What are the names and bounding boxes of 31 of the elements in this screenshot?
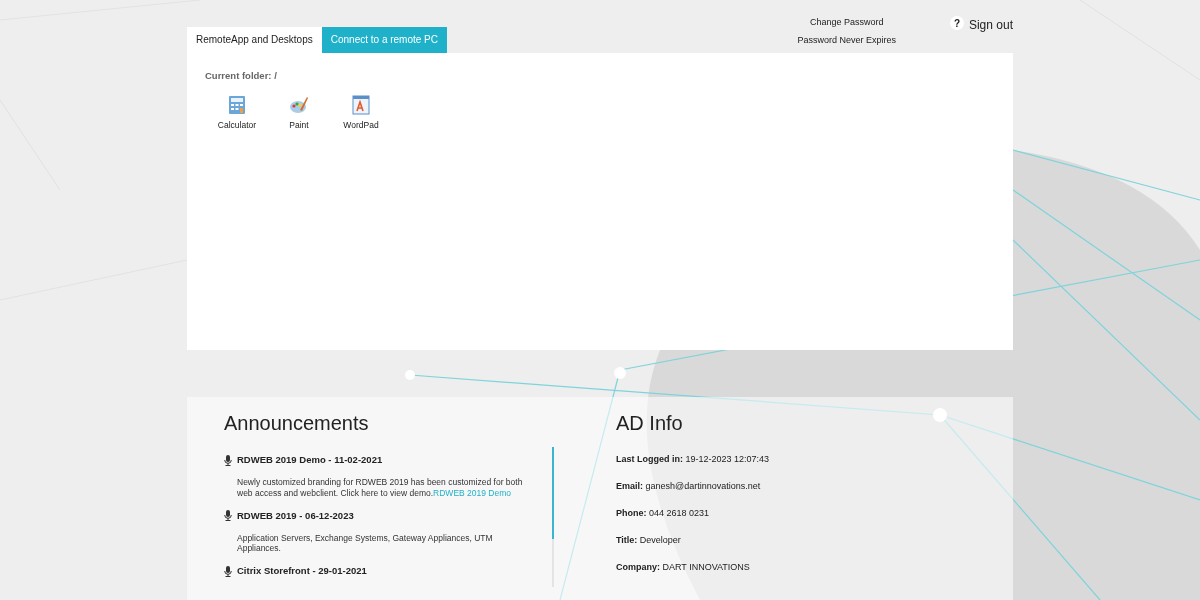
microphone-icon [224, 454, 232, 466]
app-launcher[interactable]: Paint [279, 95, 319, 132]
info-field: Company: DART INNOVATIONS [616, 561, 770, 575]
password-status: Password Never Expires [797, 33, 896, 47]
network-node [614, 367, 626, 379]
app-launcher[interactable]: WordPad [341, 95, 381, 132]
info-field: Email: ganesh@dartinnovations.net [616, 480, 770, 494]
wordpad-icon [351, 95, 371, 116]
info-field: Last Logged in: 19-12-2023 12:07:43 [616, 453, 770, 467]
info-field: Phone: 044 2618 0231 [616, 507, 770, 521]
announcement-title: Citrix Storefront - 29-01-2021 [237, 564, 367, 578]
announcement-text: Newly customized branding for RDWEB 2019 has been customized for both web access and webclient. Click here to view demo.RDWEB 2019 Demo [237, 477, 524, 499]
scrollbar[interactable] [552, 447, 554, 587]
current-folder-label: Current folder: / [205, 69, 278, 83]
help-icon[interactable]: ? [949, 16, 964, 30]
announcement-title: RDWEB 2019 Demo - 11-02-2021 [237, 453, 383, 467]
paint-icon [289, 95, 309, 116]
section-title: Announcements [224, 411, 370, 435]
calculator-icon [227, 95, 247, 116]
announcement-text: Application Servers, Exchange Systems, Gateway Appliances, UTM Appliances. [237, 532, 494, 554]
microphone-icon [224, 565, 232, 577]
section-title: AD Info [616, 411, 684, 435]
network-node [405, 370, 415, 380]
microphone-icon [224, 510, 232, 522]
change-password-link[interactable]: Change Password [809, 16, 884, 30]
sign-out-link[interactable]: Sign out [968, 16, 1013, 34]
announcement-title: RDWEB 2019 - 06-12-2023 [237, 508, 354, 523]
tab[interactable]: RemoteApp and Desktops [187, 27, 322, 53]
info-field: Title: Developer [616, 534, 770, 548]
app-launcher[interactable]: Calculator [217, 95, 257, 132]
network-node [933, 408, 947, 422]
